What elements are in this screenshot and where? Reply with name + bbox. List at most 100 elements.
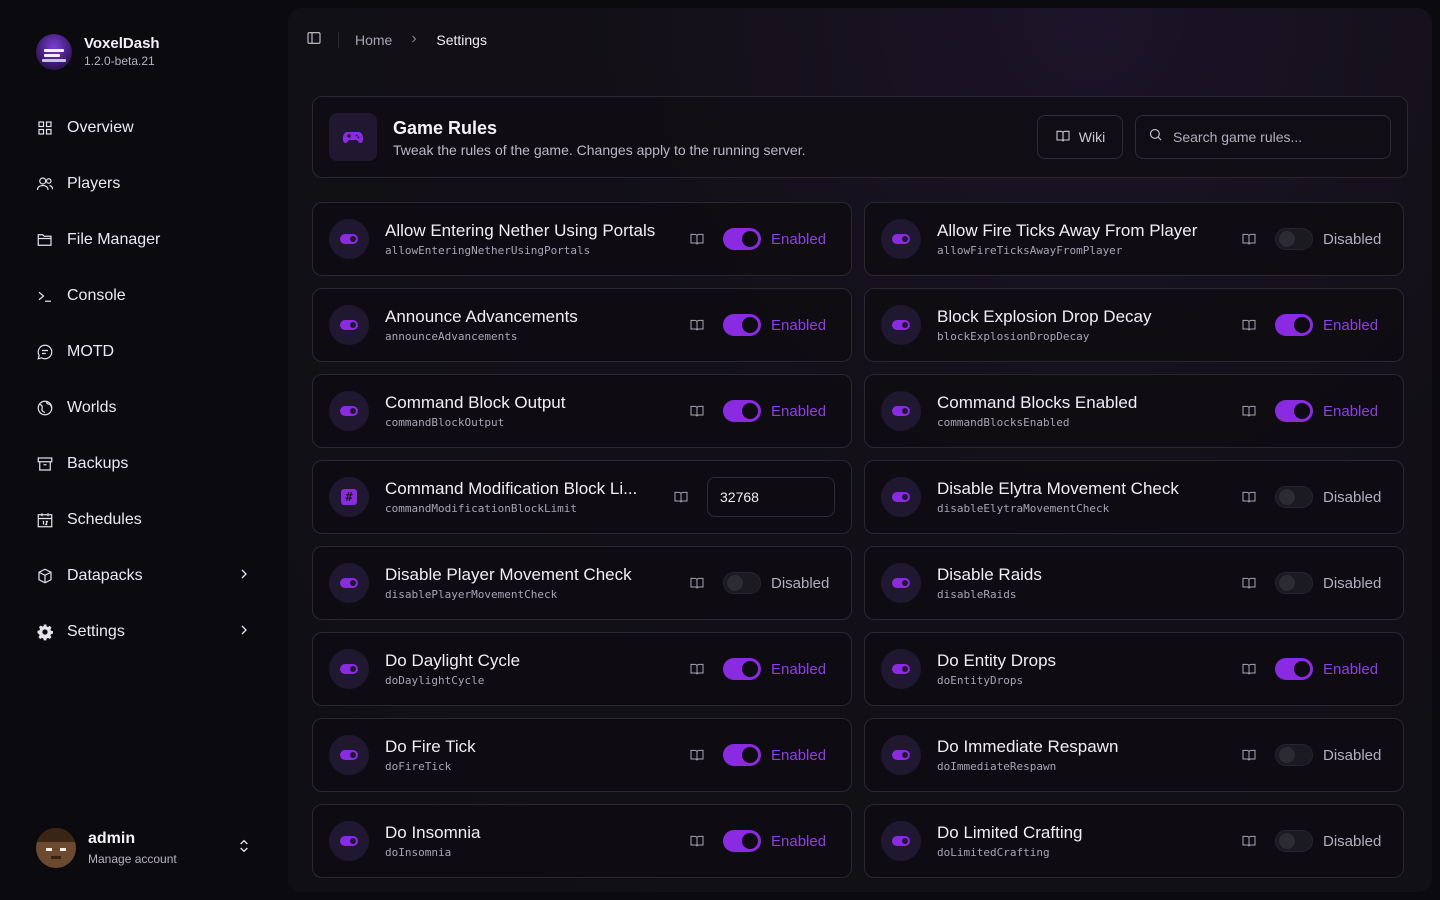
rule-toggle[interactable] xyxy=(1275,314,1313,336)
rule-toggle[interactable] xyxy=(1275,572,1313,594)
user-menu[interactable]: admin Manage account xyxy=(36,828,252,868)
book-icon[interactable] xyxy=(1241,489,1257,505)
sidebar-item-label: Schedules xyxy=(67,511,142,528)
sidebar-item-datapacks[interactable]: Datapacks xyxy=(20,556,268,596)
topbar: Home Settings xyxy=(306,30,487,49)
book-icon[interactable] xyxy=(689,747,705,763)
page-title: Game Rules xyxy=(393,117,498,138)
rule-name: Allow Fire Ticks Away From Player xyxy=(937,221,1198,240)
search-box[interactable] xyxy=(1135,115,1391,159)
sidebar-item-label: Worlds xyxy=(67,399,117,416)
sidebar-item-file-manager[interactable]: File Manager xyxy=(20,220,268,260)
book-icon[interactable] xyxy=(689,403,705,419)
rule-name: Command Blocks Enabled xyxy=(937,393,1138,412)
rule-card: Do Insomnia doInsomnia Enabled xyxy=(312,804,852,878)
rule-key: disablePlayerMovementCheck xyxy=(385,588,558,601)
toggle-icon xyxy=(329,563,369,603)
rule-toggle[interactable] xyxy=(1275,400,1313,422)
book-icon[interactable] xyxy=(689,833,705,849)
rule-card: Allow Fire Ticks Away From Player allowFi… xyxy=(864,202,1404,276)
rule-card: Block Explosion Drop Decay blockExplosion… xyxy=(864,288,1404,362)
book-icon[interactable] xyxy=(1241,231,1257,247)
user-name: admin xyxy=(88,830,136,847)
toggle-icon xyxy=(881,821,921,861)
rule-key: blockExplosionDropDecay xyxy=(937,330,1090,343)
book-icon[interactable] xyxy=(1241,575,1257,591)
rule-toggle[interactable] xyxy=(1275,658,1313,680)
toggle-icon xyxy=(329,305,369,345)
rule-name: Do Entity Drops xyxy=(937,651,1057,670)
rule-state-label: Disabled xyxy=(1323,574,1382,592)
sidebar-item-label: MOTD xyxy=(67,343,115,360)
rule-toggle[interactable] xyxy=(723,744,761,766)
rule-card: Do Immediate Respawn doImmediateRespawn Di… xyxy=(864,718,1404,792)
rule-state-label: Enabled xyxy=(771,660,827,678)
users-icon xyxy=(36,175,54,193)
divider xyxy=(338,31,339,48)
brand[interactable]: VoxelDash 1.2.0-beta.21 xyxy=(36,32,268,72)
book-icon[interactable] xyxy=(1241,747,1257,763)
rule-toggle[interactable] xyxy=(723,830,761,852)
rule-toggle[interactable] xyxy=(723,400,761,422)
chevron-right-icon xyxy=(408,32,420,48)
book-icon[interactable] xyxy=(689,575,705,591)
toggle-icon xyxy=(881,735,921,775)
rule-name: Command Modification Block Li... xyxy=(385,479,638,498)
book-icon[interactable] xyxy=(689,661,705,677)
sidebar-item-players[interactable]: Players xyxy=(20,164,268,204)
wiki-button[interactable]: Wiki xyxy=(1037,115,1123,159)
rule-toggle[interactable] xyxy=(723,658,761,680)
rule-name: Allow Entering Nether Using Portals xyxy=(385,221,656,240)
book-icon[interactable] xyxy=(1241,661,1257,677)
sidebar-item-console[interactable]: Console xyxy=(20,276,268,316)
book-icon[interactable] xyxy=(689,317,705,333)
search-input[interactable] xyxy=(1173,129,1373,145)
rule-toggle[interactable] xyxy=(1275,830,1313,852)
sidebar-item-schedules[interactable]: Schedules xyxy=(20,500,268,540)
book-icon[interactable] xyxy=(1241,403,1257,419)
rule-key: allowFireTicksAwayFromPlayer xyxy=(937,244,1123,257)
chevron-right-icon xyxy=(236,622,252,643)
toggle-icon xyxy=(881,477,921,517)
book-icon xyxy=(1055,128,1071,147)
sidebar-item-label: Backups xyxy=(67,455,129,472)
chevron-right-icon xyxy=(236,566,252,587)
rule-toggle[interactable] xyxy=(1275,228,1313,250)
rule-key: disableElytraMovementCheck xyxy=(937,502,1110,515)
book-icon[interactable] xyxy=(673,489,689,505)
page-subtitle: Tweak the rules of the game. Changes app… xyxy=(393,141,806,158)
sidebar-item-backups[interactable]: Backups xyxy=(20,444,268,484)
book-icon[interactable] xyxy=(1241,317,1257,333)
rule-toggle[interactable] xyxy=(723,228,761,250)
sidebar-item-motd[interactable]: MOTD xyxy=(20,332,268,372)
toggle-icon xyxy=(329,219,369,259)
sidebar-item-worlds[interactable]: Worlds xyxy=(20,388,268,428)
rule-card: Do Entity Drops doEntityDrops Enabled xyxy=(864,632,1404,706)
rule-state-label: Enabled xyxy=(771,402,827,420)
rule-key: commandBlockOutput xyxy=(385,416,505,429)
toggle-icon xyxy=(881,649,921,689)
rule-key: doImmediateRespawn xyxy=(937,760,1057,773)
grid-icon xyxy=(36,119,54,137)
rule-toggle[interactable] xyxy=(1275,744,1313,766)
rule-card: Disable Elytra Movement Check disableElyt… xyxy=(864,460,1404,534)
rule-value-input[interactable]: 32768 xyxy=(707,477,835,517)
rule-state-label: Disabled xyxy=(1323,488,1382,506)
breadcrumb-home[interactable]: Home xyxy=(355,32,392,48)
sidebar-item-label: Overview xyxy=(67,119,134,136)
rule-card: Do Daylight Cycle doDaylightCycle Enabled xyxy=(312,632,852,706)
rule-toggle[interactable] xyxy=(723,572,761,594)
rule-toggle[interactable] xyxy=(1275,486,1313,508)
toggle-icon xyxy=(329,649,369,689)
toggle-icon xyxy=(329,821,369,861)
book-icon[interactable] xyxy=(689,231,705,247)
rule-key: allowEnteringNetherUsingPortals xyxy=(385,244,591,257)
rule-toggle[interactable] xyxy=(723,314,761,336)
sidebar-item-overview[interactable]: Overview xyxy=(20,108,268,148)
chevrons-up-down-icon xyxy=(236,838,252,859)
rule-card: Disable Raids disableRaids Disabled xyxy=(864,546,1404,620)
book-icon[interactable] xyxy=(1241,833,1257,849)
sidebar-item-settings[interactable]: Settings xyxy=(20,612,268,652)
sidebar-toggle-icon[interactable] xyxy=(306,30,322,49)
rule-state-label: Disabled xyxy=(1323,230,1382,248)
